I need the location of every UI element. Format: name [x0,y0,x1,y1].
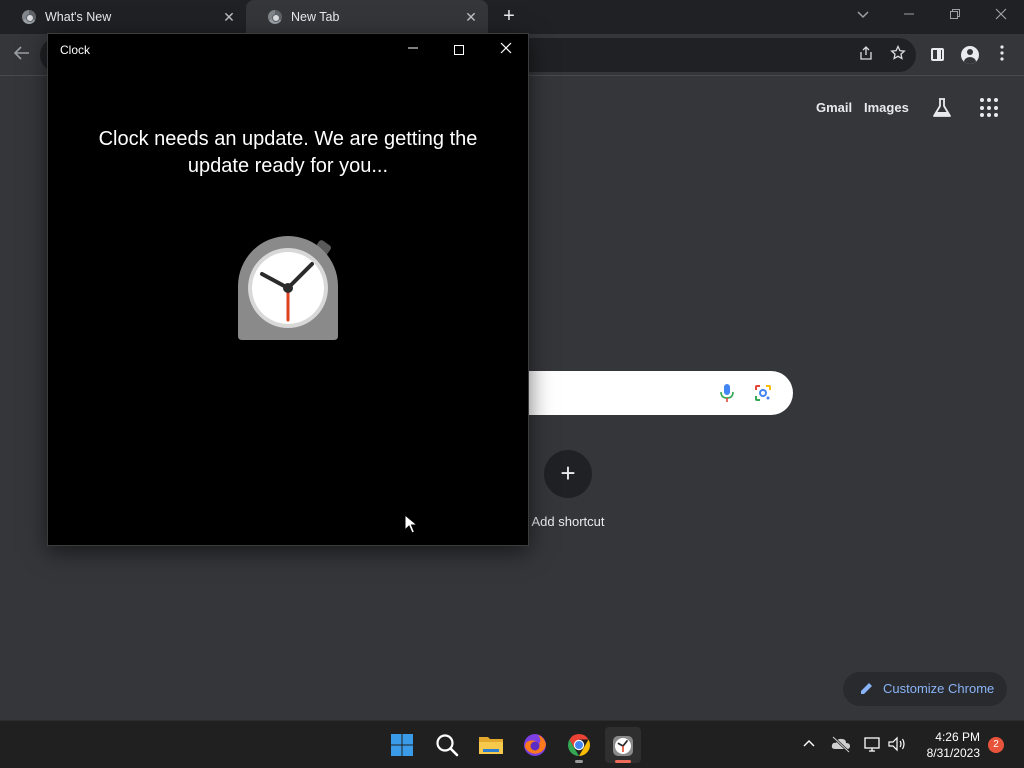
volume-speaker-icon[interactable] [886,734,908,754]
system-clock[interactable]: 4:26 PM 8/31/2023 [918,729,980,761]
chrome-restore-button[interactable] [942,4,968,28]
clock-date: 8/31/2023 [926,746,980,760]
share-icon[interactable] [856,45,876,65]
google-apps-grid-icon[interactable] [980,98,1000,118]
chrome-tab-strip: What's New ✕ New Tab ✕ + [0,0,1024,34]
plus-icon: + [544,450,592,498]
show-hidden-icons-chevron-icon[interactable] [801,735,817,753]
add-shortcut-tile[interactable]: + Add shortcut [524,450,614,530]
clock-time: 4:26 PM [935,730,980,744]
tab-label: New Tab [291,10,340,24]
chrome-minimize-button[interactable] [896,4,922,28]
clock-app-icon [238,236,338,340]
customize-chrome-label: Customize Chrome [883,681,995,696]
clock-taskbar-icon[interactable] [605,727,641,763]
clock-active-indicator [615,760,631,763]
tab-search-chevron-icon[interactable] [850,4,876,28]
tab-new-tab[interactable]: New Tab ✕ [246,0,488,34]
firefox-icon[interactable] [517,727,553,763]
voice-search-mic-icon[interactable] [718,383,736,403]
side-panel-icon[interactable] [928,45,948,65]
chrome-close-button[interactable] [988,4,1014,28]
chrome-running-indicator [575,760,583,763]
add-shortcut-label: Add shortcut [531,514,605,529]
bookmark-star-icon[interactable] [888,44,908,65]
network-icon[interactable] [862,734,884,754]
images-link[interactable]: Images [864,100,909,115]
gmail-link[interactable]: Gmail [816,100,852,115]
google-lens-icon[interactable] [754,384,772,402]
pencil-icon [859,672,873,718]
back-arrow-icon[interactable] [10,44,34,66]
chrome-icon [22,10,36,24]
profile-avatar-icon[interactable] [960,45,980,65]
new-tab-button[interactable]: + [498,5,520,27]
mouse-cursor-icon [404,513,419,534]
chrome-menu-kebab-icon[interactable] [992,45,1012,65]
notification-count-badge[interactable]: 2 [988,737,1004,753]
desktop-screen: What's New ✕ New Tab ✕ + Gmail Images + … [0,0,1024,768]
chrome-taskbar-icon[interactable] [561,727,597,763]
close-button[interactable] [491,38,521,62]
maximize-button[interactable] [444,38,474,62]
windows-taskbar: 4:26 PM 8/31/2023 2 [0,720,1024,768]
file-explorer-folder-icon[interactable] [473,727,509,763]
customize-chrome-button[interactable]: Customize Chrome [843,672,1007,706]
update-message: Clock needs an update. We are getting th… [98,128,478,177]
minimize-button[interactable] [398,38,428,62]
onedrive-cloud-icon[interactable] [830,734,852,754]
search-labs-flask-icon[interactable] [930,96,954,120]
chrome-icon [268,10,282,24]
start-windows-icon[interactable] [384,727,420,763]
tab-label: What's New [45,10,112,24]
tab-whats-new[interactable]: What's New ✕ [0,0,246,34]
close-tab-icon[interactable]: ✕ [462,8,480,26]
close-tab-icon[interactable]: ✕ [220,8,238,26]
clock-app-window[interactable]: Clock Clock needs an update. We are gett… [47,33,529,546]
taskbar-search-icon[interactable] [429,727,465,763]
window-title: Clock [60,43,91,57]
